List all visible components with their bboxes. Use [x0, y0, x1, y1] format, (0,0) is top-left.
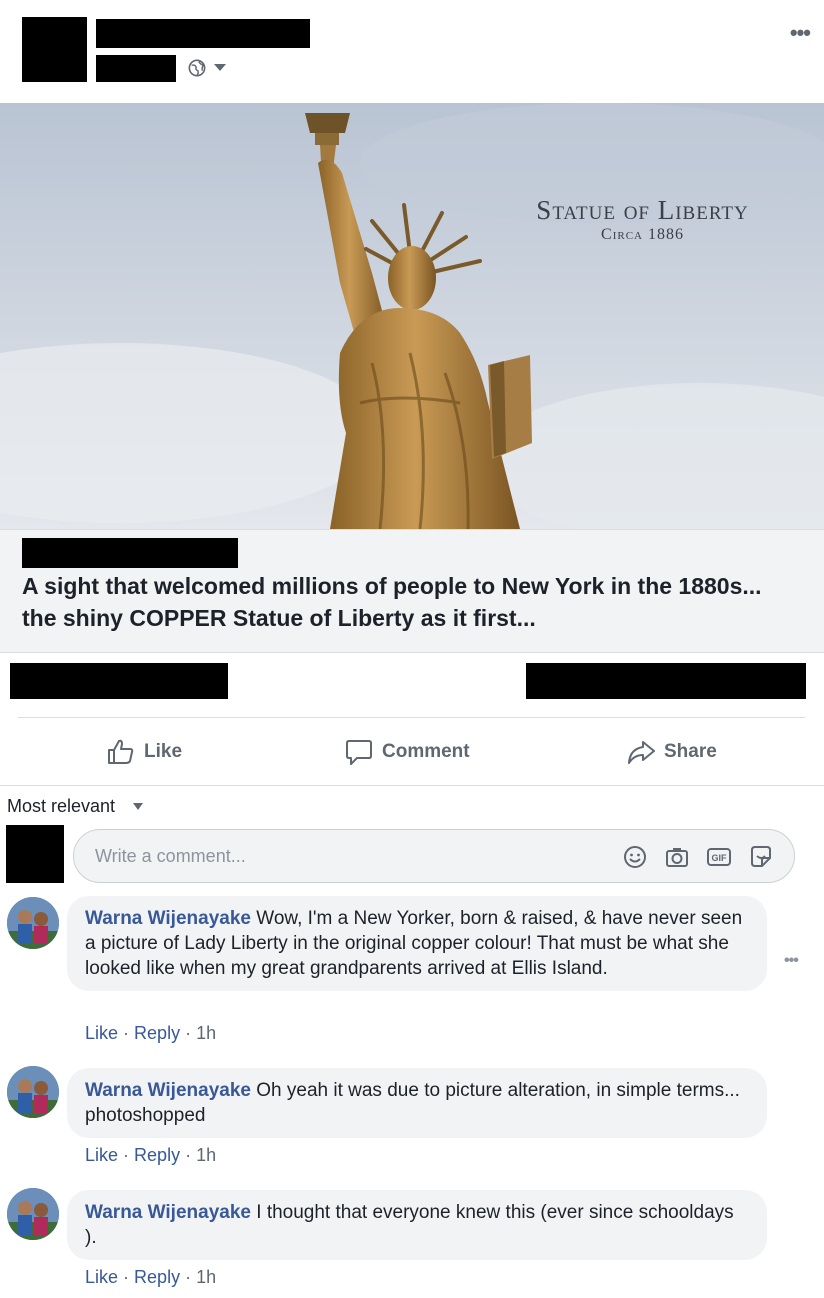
comment-like-link[interactable]: Like	[85, 1023, 118, 1043]
post-image[interactable]: Statue of Liberty Circa 1886	[0, 103, 824, 529]
comment-reply-link[interactable]: Reply	[134, 1267, 180, 1287]
redacted-comments-shares-count[interactable]	[526, 663, 806, 699]
more-options-icon[interactable]: •••	[790, 22, 811, 44]
audience-dropdown-icon[interactable]	[214, 64, 226, 71]
comment-reply-link[interactable]: Reply	[134, 1023, 180, 1043]
redacted-avatar[interactable]	[22, 17, 87, 82]
comment-sort-dropdown[interactable]: Most relevant	[7, 796, 144, 817]
chevron-down-icon	[133, 803, 144, 810]
separator-dot: ·	[123, 1023, 135, 1043]
svg-text:GIF: GIF	[712, 853, 728, 863]
comment-button[interactable]: Comment	[344, 735, 470, 769]
redacted-current-user-avatar	[6, 825, 64, 883]
comment-reply-link[interactable]: Reply	[134, 1145, 180, 1165]
sort-label: Most relevant	[7, 796, 116, 816]
sticker-icon[interactable]	[748, 844, 774, 870]
camera-icon[interactable]	[664, 844, 690, 870]
comment-label: Comment	[382, 741, 470, 762]
link-headline[interactable]: A sight that welcomed millions of people…	[22, 570, 802, 634]
comment-options-icon[interactable]: •••	[784, 952, 799, 970]
emoji-icon[interactable]	[622, 844, 648, 870]
redacted-author-name[interactable]	[96, 19, 310, 48]
avatar[interactable]	[7, 1066, 59, 1118]
gif-icon[interactable]: GIF	[706, 844, 732, 870]
globe-icon[interactable]	[188, 59, 206, 77]
post-header: •••	[0, 0, 824, 103]
comment-actions: Like · Reply · 1h	[85, 1267, 216, 1288]
thumbs-up-icon	[108, 739, 134, 764]
comment-input-placeholder: Write a comment...	[95, 845, 246, 866]
image-subtitle-text: Circa 1886	[601, 226, 684, 243]
avatar[interactable]	[7, 1188, 59, 1240]
comment-timestamp[interactable]: 1h	[196, 1267, 216, 1287]
separator-dot: ·	[185, 1267, 197, 1287]
comment-input[interactable]: Write a comment... GIF	[73, 829, 795, 883]
comment-like-link[interactable]: Like	[85, 1145, 118, 1165]
comment-bubble-icon	[346, 740, 372, 765]
statue-of-liberty-image	[0, 103, 824, 529]
comment-timestamp[interactable]: 1h	[196, 1145, 216, 1165]
divider	[18, 717, 805, 718]
redacted-link-source	[22, 538, 238, 568]
separator-dot: ·	[123, 1267, 135, 1287]
like-label: Like	[144, 741, 183, 762]
comment-bubble: Warna Wijenayake I thought that everyone…	[67, 1190, 767, 1260]
comment-timestamp[interactable]: 1h	[196, 1023, 216, 1043]
share-button[interactable]: Share	[626, 735, 717, 769]
share-label: Share	[664, 741, 717, 762]
comment-actions: Like · Reply · 1h	[85, 1023, 216, 1044]
comment-bubble: Warna Wijenayake Wow, I'm a New Yorker, …	[67, 896, 767, 991]
comment-like-link[interactable]: Like	[85, 1267, 118, 1287]
separator-dot: ·	[185, 1145, 197, 1165]
comment-author[interactable]: Warna Wijenayake	[85, 1080, 251, 1101]
redacted-timestamp[interactable]	[96, 55, 176, 82]
comment-author[interactable]: Warna Wijenayake	[85, 1202, 251, 1223]
share-arrow-icon	[628, 741, 655, 764]
redacted-reactions-count[interactable]	[10, 663, 228, 699]
avatar[interactable]	[7, 897, 59, 949]
comment-actions: Like · Reply · 1h	[85, 1145, 216, 1166]
link-preview[interactable]: A sight that welcomed millions of people…	[0, 529, 824, 653]
comment-bubble: Warna Wijenayake Oh yeah it was due to p…	[67, 1068, 767, 1138]
like-button[interactable]: Like	[106, 735, 182, 769]
divider	[0, 785, 824, 786]
separator-dot: ·	[123, 1145, 135, 1165]
image-title-text: Statue of Liberty	[536, 195, 749, 225]
comment-author[interactable]: Warna Wijenayake	[85, 908, 251, 929]
separator-dot: ·	[185, 1023, 197, 1043]
